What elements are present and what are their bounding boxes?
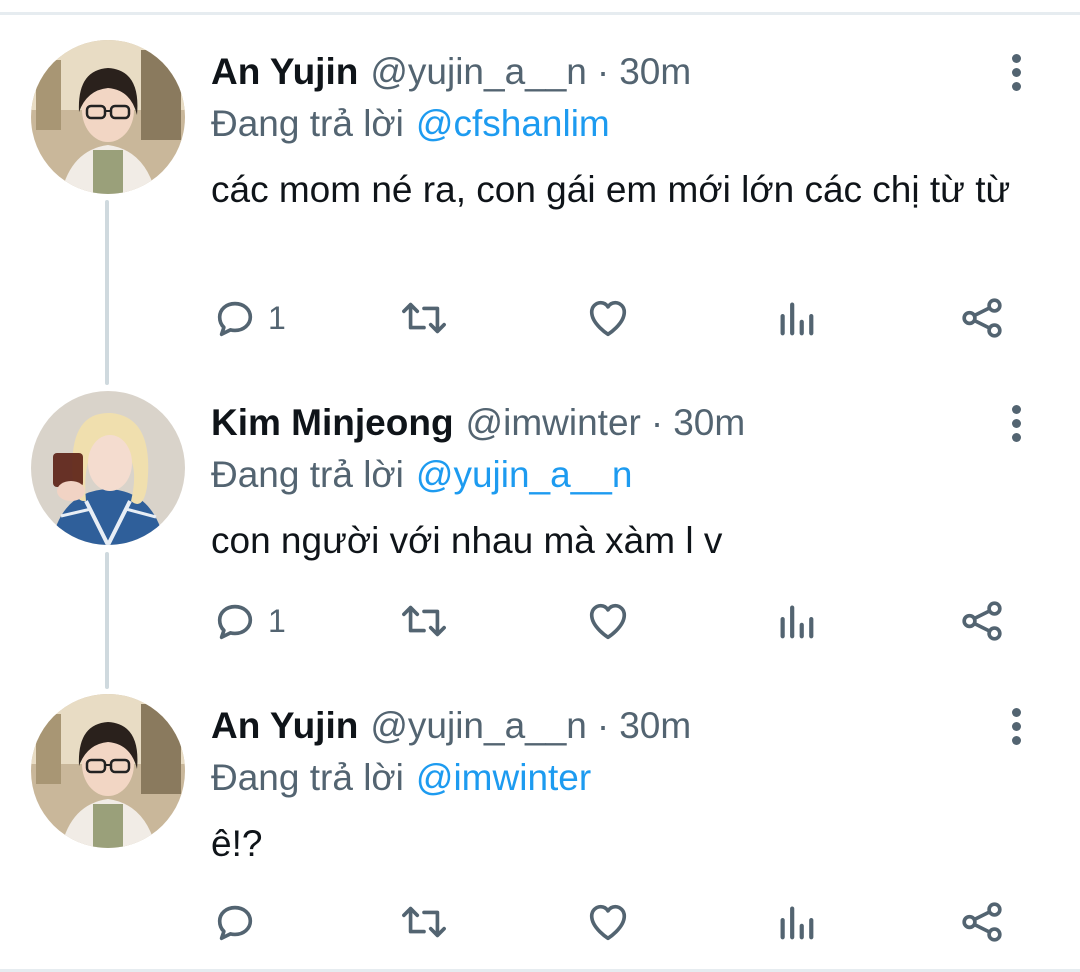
mention-link[interactable]: @cfshanlim: [416, 103, 610, 144]
user-handle[interactable]: @yujin_a__n: [370, 704, 587, 748]
replying-to-label: Đang trả lời: [211, 757, 404, 798]
tweet-header: An Yujin @yujin_a__n · 30m: [211, 50, 691, 94]
avatar[interactable]: [31, 391, 185, 545]
tweet-header: Kim Minjeong @imwinter · 30m: [211, 401, 745, 445]
replying-to: Đang trả lời @imwinter: [211, 756, 591, 800]
tweet[interactable]: An Yujin @yujin_a__n · 30m Đang trả lời @…: [0, 694, 1080, 964]
like-icon: [589, 603, 627, 640]
reply-button[interactable]: 1: [212, 591, 286, 651]
reply-count: 1: [268, 602, 286, 639]
share-button[interactable]: [958, 591, 1006, 651]
avatar[interactable]: [31, 40, 185, 194]
replying-to-label: Đang trả lời: [211, 454, 404, 495]
tweet[interactable]: Kim Minjeong @imwinter · 30m Đang trả lờ…: [0, 391, 1080, 661]
retweet-button[interactable]: [398, 892, 450, 952]
like-button[interactable]: [585, 288, 631, 348]
tweet-header: An Yujin @yujin_a__n · 30m: [211, 704, 691, 748]
tweet-text: ê!?: [211, 823, 263, 864]
like-icon: [589, 300, 627, 337]
reply-button[interactable]: 1: [212, 288, 286, 348]
replying-to: Đang trả lời @cfshanlim: [211, 102, 610, 146]
retweet-icon: [402, 906, 446, 938]
reply-icon: [217, 905, 253, 941]
share-icon: [962, 298, 1002, 338]
timestamp[interactable]: 30m: [673, 401, 745, 445]
display-name[interactable]: An Yujin: [211, 50, 358, 94]
tweet-text: các mom né ra, con gái em mới lớn các ch…: [211, 169, 1011, 210]
display-name[interactable]: An Yujin: [211, 704, 358, 748]
separator: ·: [596, 705, 610, 746]
views-icon: [780, 605, 814, 639]
share-icon: [962, 601, 1002, 641]
more-options-icon[interactable]: [1002, 401, 1030, 445]
reply-count: 1: [268, 299, 286, 336]
action-bar: 1: [0, 591, 1080, 651]
reply-icon: [217, 301, 253, 337]
share-button[interactable]: [958, 288, 1006, 348]
retweet-icon: [402, 605, 446, 637]
action-bar: 1: [0, 288, 1080, 348]
views-icon: [780, 906, 814, 940]
display-name[interactable]: Kim Minjeong: [211, 401, 454, 445]
retweet-button[interactable]: [398, 591, 450, 651]
reply-icon: [217, 604, 253, 640]
views-button[interactable]: [775, 591, 817, 651]
timestamp[interactable]: 30m: [619, 704, 691, 748]
replying-to: Đang trả lời @yujin_a__n: [211, 453, 632, 497]
separator: ·: [596, 51, 610, 92]
retweet-icon: [402, 302, 446, 334]
views-icon: [780, 302, 814, 336]
share-button[interactable]: [958, 892, 1006, 952]
top-divider: [0, 12, 1080, 15]
views-button[interactable]: [775, 892, 817, 952]
more-options-icon[interactable]: [1002, 704, 1030, 748]
avatar[interactable]: [31, 694, 185, 848]
retweet-button[interactable]: [398, 288, 450, 348]
like-icon: [589, 904, 627, 941]
user-handle[interactable]: @yujin_a__n: [370, 50, 587, 94]
timestamp[interactable]: 30m: [619, 50, 691, 94]
replying-to-label: Đang trả lời: [211, 103, 404, 144]
mention-link[interactable]: @yujin_a__n: [416, 454, 633, 495]
mention-link[interactable]: @imwinter: [416, 757, 591, 798]
tweet-text: con người với nhau mà xàm l v: [211, 520, 723, 561]
separator: ·: [650, 402, 664, 443]
action-bar: [0, 892, 1080, 952]
reply-button[interactable]: [212, 892, 268, 952]
user-handle[interactable]: @imwinter: [466, 401, 641, 445]
share-icon: [962, 902, 1002, 942]
like-button[interactable]: [585, 892, 631, 952]
views-button[interactable]: [775, 288, 817, 348]
more-options-icon[interactable]: [1002, 50, 1030, 94]
like-button[interactable]: [585, 591, 631, 651]
tweet[interactable]: An Yujin @yujin_a__n · 30m Đang trả lời @…: [0, 40, 1080, 360]
